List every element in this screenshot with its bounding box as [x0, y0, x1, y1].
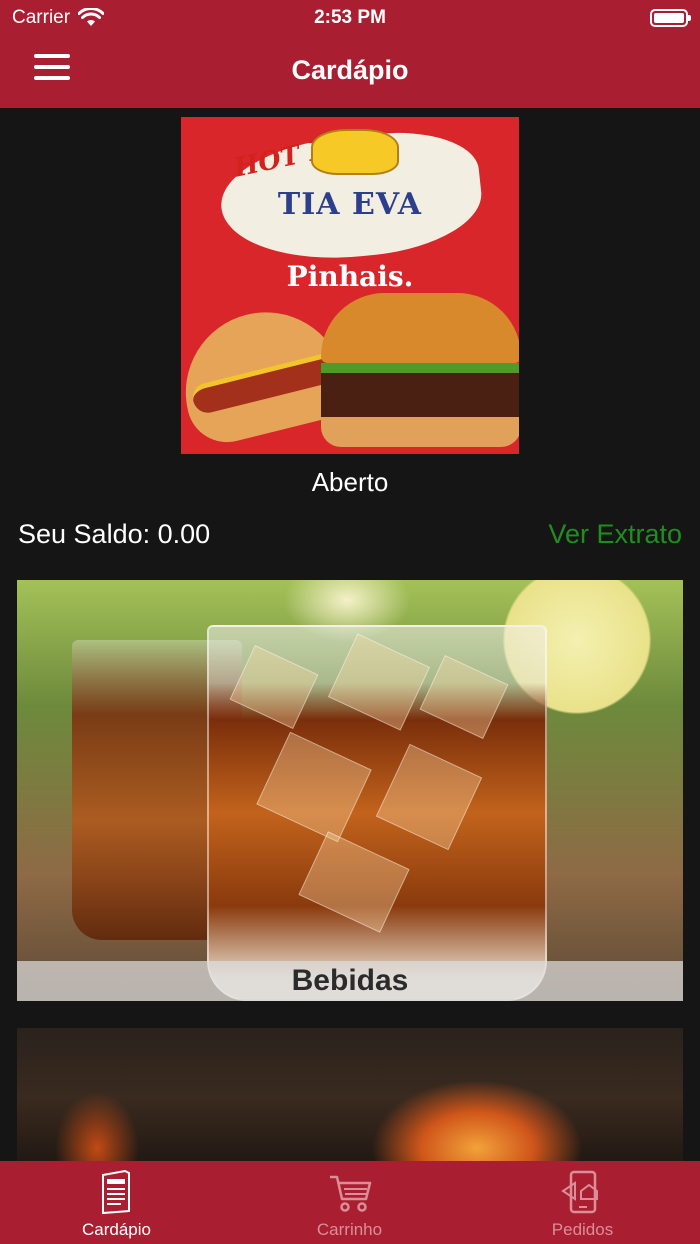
balance-label: Seu Saldo: 0.00 — [18, 519, 211, 549]
category-label: Bebidas — [17, 961, 683, 1001]
category-card-grill[interactable] — [17, 1028, 683, 1168]
logo-brand-text: TIA EVA — [277, 187, 423, 222]
top-bar: Carrier 2:53 PM Cardápio — [0, 0, 700, 108]
status-time: 2:53 PM — [314, 7, 386, 28]
store-open-status: Aberto — [311, 467, 389, 497]
dog-mascot-icon — [311, 129, 399, 175]
drink-glass-image — [207, 625, 547, 1001]
orders-phone-icon — [560, 1170, 598, 1214]
category-card-bebidas[interactable]: Bebidas — [17, 580, 683, 1001]
view-statement-link[interactable]: Ver Extrato — [548, 519, 682, 550]
tab-label: Pedidos — [551, 1220, 614, 1239]
logo-city-text: Pinhais. — [286, 260, 414, 293]
tab-pedidos[interactable]: Pedidos — [466, 1161, 699, 1244]
tab-bar: Cardápio Carrinho Pedidos — [0, 1161, 700, 1244]
store-logo: HOT DOG TIA EVA Pinhais. — [181, 117, 519, 454]
cart-icon — [329, 1175, 371, 1212]
battery-icon — [650, 9, 691, 27]
tab-cardapio[interactable]: Cardápio — [0, 1161, 233, 1244]
status-bar: Carrier 2:53 PM — [0, 0, 700, 36]
tab-label: Cardápio — [82, 1220, 151, 1239]
menu-card-icon — [101, 1169, 130, 1215]
navigation-bar: Cardápio — [0, 36, 700, 108]
tab-carrinho[interactable]: Carrinho — [233, 1161, 466, 1244]
tab-label: Carrinho — [316, 1220, 383, 1239]
page-title: Cardápio — [291, 55, 409, 85]
